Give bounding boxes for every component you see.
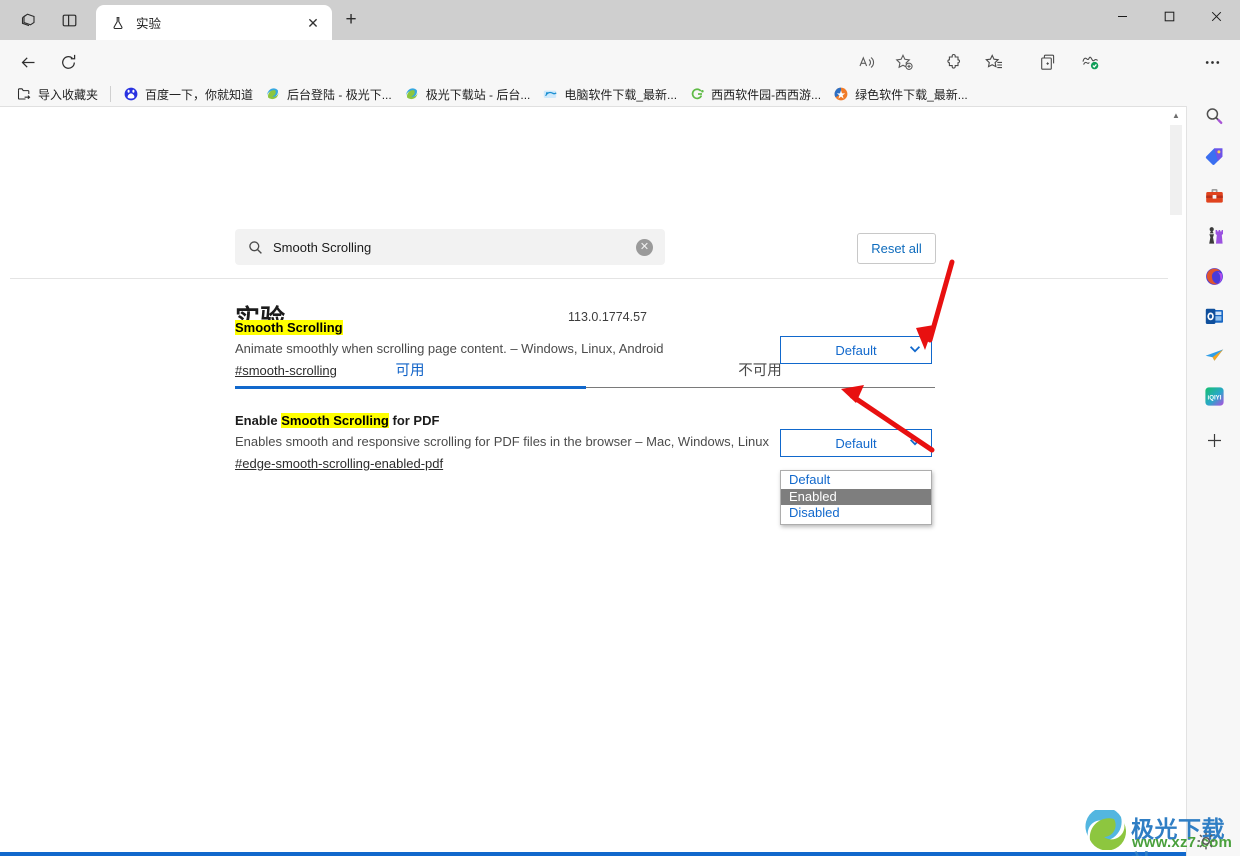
content-divider <box>10 278 1174 279</box>
bookmark-import-favorites[interactable]: 导入收藏夹 <box>10 83 104 105</box>
flag-select-dropdown[interactable]: Default Enabled Disabled <box>780 470 932 525</box>
edge-sidebar: iQIYI <box>1186 106 1240 856</box>
extensions-puzzle-icon[interactable] <box>940 48 968 76</box>
bookmark-baidu[interactable]: 百度一下，你就知道 <box>117 83 259 105</box>
bookmark-green-software[interactable]: 绿色软件下载_最新... <box>827 83 974 105</box>
clear-icon[interactable]: ✕ <box>636 238 653 256</box>
flag-permalink[interactable]: #edge-smooth-scrolling-enabled-pdf <box>235 455 443 472</box>
search-icon <box>247 239 263 255</box>
sidebar-item-shopping[interactable] <box>1198 140 1230 172</box>
sidebar-item-discover[interactable] <box>1198 340 1230 372</box>
sidebar-item-add[interactable] <box>1198 424 1230 456</box>
flag-permalink[interactable]: #smooth-scrolling <box>235 362 337 379</box>
chevron-down-icon <box>908 435 922 452</box>
bookmark-label: 百度一下，你就知道 <box>145 87 254 102</box>
bookmark-label: 绿色软件下载_最新... <box>855 87 968 102</box>
flag-title-post: for PDF <box>388 413 440 428</box>
flag-title: Smooth Scrolling <box>235 319 935 336</box>
bookmarks-divider <box>110 86 112 102</box>
svg-text:iQIYI: iQIYI <box>1207 394 1221 401</box>
search-input[interactable]: Smooth Scrolling ✕ <box>235 229 665 265</box>
tab-close-icon[interactable]: ✕ <box>302 12 324 34</box>
bookmark-label: 极光下载站 - 后台... <box>425 87 531 102</box>
green-software-icon <box>833 86 849 102</box>
sidebar-item-iqiyi[interactable]: iQIYI <box>1198 380 1230 412</box>
bookmark-label: 后台登陆 - 极光下... <box>287 87 392 102</box>
flag-title-highlight: Smooth Scrolling <box>235 320 343 335</box>
bookmark-jiguang-backend[interactable]: 后台登陆 - 极光下... <box>259 83 398 105</box>
page-content: Smooth Scrolling ✕ Reset all 实验 113.0.17… <box>0 106 1186 856</box>
flask-icon <box>110 15 126 31</box>
flag-select-smooth-scrolling[interactable]: Default <box>780 336 932 364</box>
scrollbar-thumb[interactable] <box>1170 125 1182 215</box>
split-screen-icon[interactable] <box>58 9 80 31</box>
tab-title: 实验 <box>136 17 162 31</box>
browser-window: 实验 ✕ + 导入收藏夹 百度一下，你就知道 后台登陆 - 极光下... 极光下… <box>0 0 1240 856</box>
close-button[interactable] <box>1193 0 1240 32</box>
browser-tab[interactable]: 实验 ✕ <box>96 5 332 40</box>
tabs-active-indicator <box>235 386 586 389</box>
bookmark-label: 导入收藏夹 <box>38 87 99 102</box>
vertical-scrollbar[interactable]: ▲ <box>1168 107 1184 855</box>
bookmark-label: 电脑软件下载_最新... <box>564 87 678 102</box>
collections-icon[interactable] <box>1034 48 1062 76</box>
watermark-url: www.xz7.com <box>1132 834 1233 851</box>
baidu-icon <box>123 86 139 102</box>
tab-search-icon[interactable] <box>18 9 40 31</box>
reload-icon[interactable] <box>54 48 82 76</box>
jiguang-icon <box>265 86 281 102</box>
computer-software-icon <box>542 86 558 102</box>
chevron-down-icon <box>908 342 922 359</box>
flag-select-value: Default <box>835 435 877 451</box>
flag-title-highlight: Smooth Scrolling <box>281 413 389 428</box>
site-watermark: 极光下载站 www.xz7.com <box>1085 807 1235 856</box>
page-top-divider <box>0 106 1186 107</box>
read-aloud-icon[interactable] <box>852 48 880 76</box>
sidebar-item-outlook[interactable] <box>1198 300 1230 332</box>
jiguang-logo-icon <box>1085 807 1127 851</box>
reset-all-button[interactable]: Reset all <box>857 233 936 264</box>
back-arrow-icon[interactable] <box>14 48 42 76</box>
sidebar-item-games[interactable] <box>1198 220 1230 252</box>
bookmarks-bar: 导入收藏夹 百度一下，你就知道 后台登陆 - 极光下... 极光下载站 - 后台… <box>0 82 1240 106</box>
flag-title-pre: Enable <box>235 413 282 428</box>
xixi-icon <box>689 86 705 102</box>
sidebar-item-search[interactable] <box>1198 100 1230 132</box>
more-options-icon[interactable] <box>1198 48 1226 76</box>
bookmark-label: 西西软件园-西西游... <box>711 87 822 102</box>
bookmark-computer-software[interactable]: 电脑软件下载_最新... <box>536 83 683 105</box>
browser-essentials-icon[interactable] <box>1076 48 1104 76</box>
search-value: Smooth Scrolling <box>273 239 372 255</box>
annotation-arrows <box>841 259 955 453</box>
gear-icon <box>1195 830 1217 852</box>
tab-strip: 实验 ✕ + <box>0 0 1240 40</box>
add-favorite-star-icon[interactable] <box>890 48 918 76</box>
dropdown-option-disabled[interactable]: Disabled <box>781 505 931 522</box>
import-favorites-icon <box>16 86 32 102</box>
sidebar-item-office[interactable] <box>1198 260 1230 292</box>
flag-select-smooth-scrolling-pdf[interactable]: Default <box>780 429 932 457</box>
scroll-up-arrow-icon[interactable]: ▲ <box>1168 107 1184 124</box>
jiguang-icon <box>404 86 420 102</box>
new-tab-button[interactable]: + <box>340 9 362 31</box>
browser-toolbar: Edge edge://flags <box>0 40 1240 117</box>
minimize-button[interactable] <box>1099 0 1146 32</box>
dropdown-option-default[interactable]: Default <box>781 472 931 489</box>
flag-title: Enable Smooth Scrolling for PDF <box>235 412 935 429</box>
dropdown-option-enabled[interactable]: Enabled <box>781 488 931 505</box>
favorites-star-icon[interactable] <box>980 48 1008 76</box>
maximize-button[interactable] <box>1146 0 1193 32</box>
window-controls <box>1099 0 1240 32</box>
flag-select-value: Default <box>835 342 877 358</box>
bookmark-jiguang-site[interactable]: 极光下载站 - 后台... <box>398 83 537 105</box>
sidebar-item-tools[interactable] <box>1198 180 1230 212</box>
bookmark-xixi[interactable]: 西西软件园-西西游... <box>683 83 827 105</box>
page-bottom-bar <box>0 852 1186 856</box>
